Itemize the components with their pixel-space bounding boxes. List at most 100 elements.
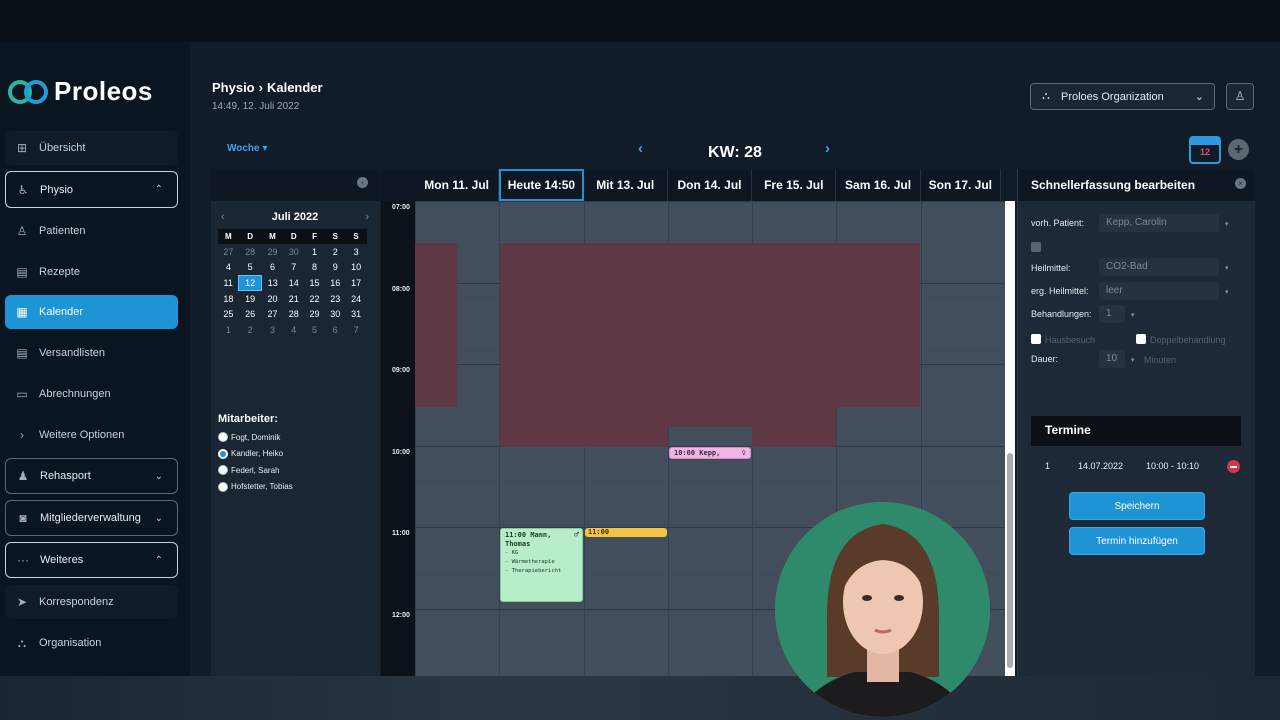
delete-termin-button[interactable] (1227, 460, 1240, 473)
radio-button[interactable] (218, 465, 228, 475)
radio-button[interactable] (218, 448, 228, 459)
organization-select[interactable]: ⛬ Proloes Organization ⌄ (1030, 83, 1215, 110)
doppelbehandlung-checkbox[interactable] (1136, 334, 1146, 344)
staff-option[interactable]: Federl, Sarah (218, 465, 279, 475)
sidebar-item-uebersicht[interactable]: ⊞ Übersicht (5, 131, 178, 165)
sidebar-item-rezepte[interactable]: ▤ Rezepte (5, 255, 178, 289)
mini-calendar-day[interactable]: 18 (218, 291, 239, 307)
mini-calendar-day[interactable]: 5 (304, 322, 325, 338)
collapse-panel-button[interactable]: ‹ (357, 177, 368, 188)
add-appointment-button[interactable]: + (1228, 139, 1249, 160)
day-header[interactable]: Son 17. Jul (920, 169, 1001, 201)
mini-calendar-day[interactable]: 19 (239, 291, 262, 307)
mini-calendar-day[interactable]: 24 (346, 291, 367, 307)
view-select[interactable]: Woche ▾ (227, 143, 267, 154)
sidebar-item-kalender[interactable]: ▦ Kalender (5, 295, 178, 329)
mini-calendar-day[interactable]: 16 (325, 275, 346, 291)
staff-option[interactable]: Fogt, Dominik (218, 432, 280, 442)
day-header[interactable]: Don 14. Jul (667, 169, 753, 201)
mini-calendar-day[interactable]: 7 (283, 260, 304, 276)
mini-calendar-day[interactable]: 28 (239, 244, 262, 260)
radio-button[interactable] (218, 481, 228, 492)
mini-calendar-day[interactable]: 12 (238, 274, 263, 292)
mini-calendar-day[interactable]: 14 (283, 275, 304, 291)
mini-calendar-day[interactable]: 1 (218, 322, 239, 338)
user-profile-button[interactable]: ♙ (1226, 83, 1254, 110)
staff-option[interactable]: Hofstetter, Tobias (218, 481, 293, 492)
sidebar-item-patienten[interactable]: ♙ Patienten (5, 214, 178, 248)
mini-calendar-day[interactable]: 13 (262, 275, 284, 291)
sidebar-item-weitere-optionen[interactable]: › Weitere Optionen (5, 418, 178, 452)
female-icon: ♀ (741, 449, 746, 457)
appointment-kepp[interactable]: 10:00 Kepp, ♀ (669, 447, 751, 459)
mini-calendar-day[interactable]: 2 (325, 244, 346, 260)
mini-calendar-day[interactable]: 17 (346, 275, 367, 291)
patient-select[interactable]: Kepp, Carolin (1099, 214, 1219, 232)
patient-checkbox[interactable] (1031, 242, 1041, 252)
dauer-select[interactable]: 10 (1099, 350, 1125, 368)
mini-calendar-day[interactable]: 1 (304, 244, 325, 260)
mini-calendar-day[interactable]: 29 (262, 244, 284, 260)
day-header[interactable]: Fre 15. Jul (752, 169, 837, 201)
calendar-scrollbar[interactable] (1005, 201, 1015, 676)
hausbesuch-checkbox[interactable] (1031, 334, 1041, 344)
close-panel-button[interactable]: × (1235, 178, 1246, 189)
mini-calendar-day[interactable]: 2 (239, 322, 262, 338)
prev-week-button[interactable]: ‹ (638, 140, 643, 157)
heilmittel-select[interactable]: CO2-Bad (1099, 258, 1219, 276)
mini-calendar-day[interactable]: 31 (346, 306, 367, 322)
mini-calendar-day[interactable]: 22 (304, 291, 325, 307)
mini-calendar-day[interactable]: 15 (304, 275, 325, 291)
mini-calendar-day[interactable]: 23 (325, 291, 346, 307)
mini-calendar-day[interactable]: 11 (218, 275, 239, 291)
behandlungen-select[interactable]: 1 (1099, 305, 1125, 323)
erg-heilmittel-select[interactable]: leer (1099, 282, 1219, 300)
day-header[interactable]: Mon 11. Jul (415, 169, 500, 201)
add-termin-button[interactable]: Termin hinzufügen (1069, 527, 1205, 555)
radio-button[interactable] (218, 432, 228, 442)
next-month-button[interactable]: › (365, 211, 369, 223)
breadcrumb-root[interactable]: Physio (212, 80, 255, 95)
mini-calendar-day[interactable]: 5 (239, 260, 262, 276)
mini-calendar-day[interactable]: 30 (283, 244, 304, 260)
scrollbar-thumb[interactable] (1007, 453, 1013, 668)
mini-calendar-day[interactable]: 28 (283, 306, 304, 322)
mini-calendar-day[interactable]: 8 (304, 260, 325, 276)
mini-calendar-day[interactable]: 3 (346, 244, 367, 260)
save-button[interactable]: Speichern (1069, 492, 1205, 520)
mini-calendar-day[interactable]: 7 (346, 322, 367, 338)
today-calendar-button[interactable]: 12 (1189, 136, 1221, 164)
mini-calendar-day[interactable]: 4 (283, 322, 304, 338)
mini-calendar-day[interactable]: 29 (304, 306, 325, 322)
blocked-time (415, 243, 457, 407)
next-week-button[interactable]: › (825, 140, 830, 157)
day-header[interactable]: Sam 16. Jul (836, 169, 921, 201)
mini-calendar-day[interactable]: 4 (218, 260, 239, 276)
appointment-yellow[interactable]: 11:00 (585, 528, 667, 537)
sidebar-item-abrechnungen[interactable]: ▭ Abrechnungen (5, 377, 178, 411)
mini-calendar-day[interactable]: 6 (325, 322, 346, 338)
mini-calendar-day[interactable]: 25 (218, 306, 239, 322)
day-header[interactable]: Heute 14:50 (499, 169, 584, 201)
sidebar-item-versandlisten[interactable]: ▤ Versandlisten (5, 336, 178, 370)
sidebar-group-physio[interactable]: ♿ Physio ⌃ (5, 171, 178, 208)
day-header[interactable]: Mit 13. Jul (583, 169, 668, 201)
sidebar-group-weiteres[interactable]: ··· Weiteres ⌃ (5, 542, 178, 578)
mini-calendar-day[interactable]: 26 (239, 306, 262, 322)
appointment-mann[interactable]: 11:00 Mann, Thomas ♂ - KG - Wärmetherapi… (500, 528, 583, 602)
mini-calendar-day[interactable]: 3 (262, 322, 284, 338)
sidebar-group-mitgliederverwaltung[interactable]: ◙ Mitgliederverwaltung ⌄ (5, 500, 178, 536)
mini-calendar-day[interactable]: 21 (283, 291, 304, 307)
staff-option[interactable]: Kandler, Heiko (218, 448, 283, 459)
mini-calendar-day[interactable]: 6 (262, 260, 284, 276)
mini-calendar-day[interactable]: 20 (262, 291, 284, 307)
sidebar-group-rehasport[interactable]: ♟ Rehasport ⌄ (5, 458, 178, 494)
mini-calendar-day[interactable]: 10 (346, 260, 367, 276)
mini-calendar-day[interactable]: 30 (325, 306, 346, 322)
prev-month-button[interactable]: ‹ (221, 211, 225, 223)
sidebar-item-organisation[interactable]: ⛬ Organisation (5, 626, 178, 660)
mini-calendar-day[interactable]: 27 (262, 306, 284, 322)
mini-calendar-day[interactable]: 9 (325, 260, 346, 276)
mini-calendar-day[interactable]: 27 (218, 244, 239, 260)
sidebar-item-korrespondenz[interactable]: ➤ Korrespondenz (5, 585, 178, 619)
